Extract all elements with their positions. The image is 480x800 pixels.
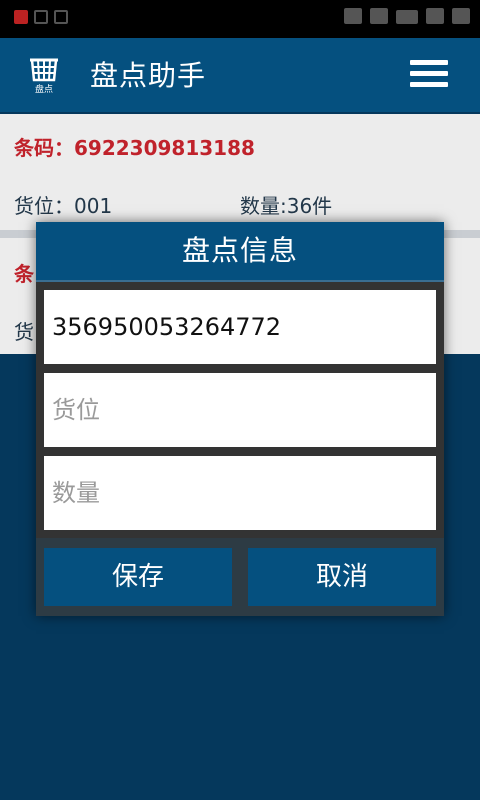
cancel-button[interactable]: 取消 <box>248 548 436 606</box>
signal-icon <box>370 8 388 24</box>
sync-icon <box>344 8 362 24</box>
dialog-header: 盘点信息 <box>36 222 444 282</box>
barcode-label: 条码：6922309813188 <box>14 136 255 160</box>
battery-icon <box>396 10 418 24</box>
system-icons <box>344 8 470 24</box>
app-logo: 盘点 <box>26 56 62 100</box>
notification-icon <box>14 10 28 24</box>
notification-icon <box>34 10 48 24</box>
dialog-body <box>36 282 444 538</box>
status-bar <box>0 0 480 38</box>
basket-icon <box>30 58 58 82</box>
quantity-input[interactable] <box>44 456 436 530</box>
menu-button[interactable] <box>410 60 448 92</box>
wifi-icon <box>426 8 444 24</box>
barcode-input[interactable] <box>44 290 436 364</box>
dialog-title: 盘点信息 <box>181 234 298 267</box>
notification-icons <box>14 10 68 24</box>
logo-text: 盘点 <box>34 85 53 95</box>
notification-icon <box>54 10 68 24</box>
location-label: 货 <box>14 320 34 344</box>
menu-icon-bar <box>410 71 448 76</box>
location-input[interactable] <box>44 373 436 447</box>
dialog-footer: 保存 取消 <box>36 538 444 616</box>
app-bar: 盘点 盘点助手 <box>0 38 480 112</box>
inventory-dialog: 盘点信息 保存 取消 <box>36 222 444 616</box>
app-title: 盘点助手 <box>90 59 207 92</box>
menu-icon-bar <box>410 60 448 65</box>
location-label: 货位：001 <box>14 194 113 218</box>
menu-icon-bar <box>410 82 448 87</box>
save-button[interactable]: 保存 <box>44 548 232 606</box>
list-item[interactable]: 条码：6922309813188 货位：001 数量:36件 <box>0 114 480 230</box>
barcode-label: 条 <box>14 262 34 286</box>
signal-icon <box>452 8 470 24</box>
quantity-label: 数量:36件 <box>240 194 333 218</box>
